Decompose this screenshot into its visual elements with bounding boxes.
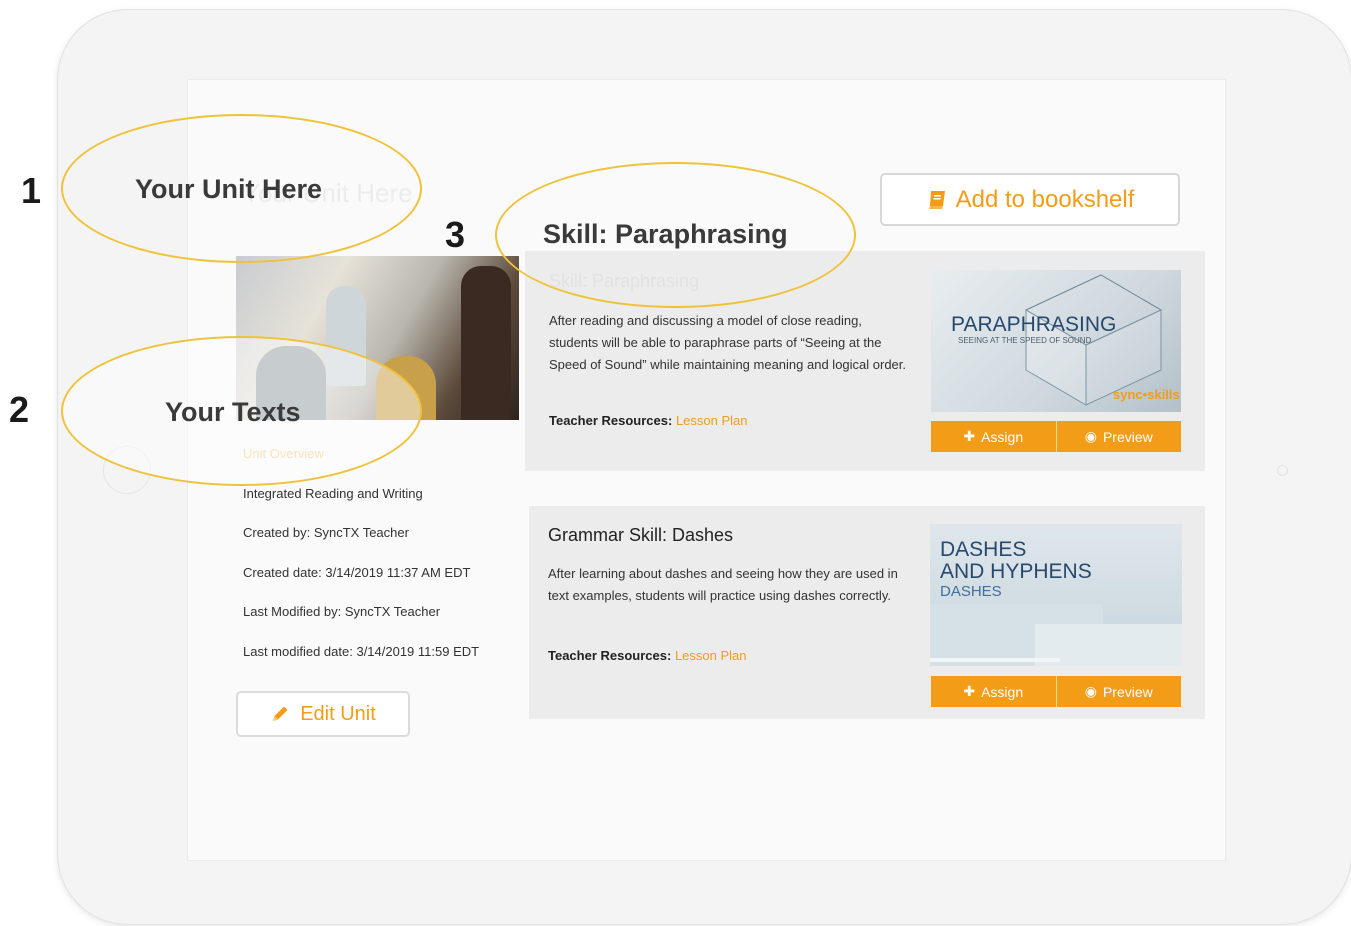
- thumbnail-title-line-1: DASHES: [940, 538, 1027, 561]
- thumbnail-subtitle: DASHES: [940, 583, 1002, 600]
- eye-icon: ◉: [1084, 428, 1097, 444]
- lesson-actions: ✚ Assign ◉ Preview: [931, 676, 1181, 707]
- annotation-label-1: Your Unit Here: [135, 174, 323, 204]
- unit-created-date: Created date: 3/14/2019 11:37 AM EDT: [243, 565, 471, 580]
- annotation-label-3: Skill: Paraphrasing: [543, 219, 788, 249]
- eye-icon: ◉: [1084, 683, 1097, 699]
- unit-cover-image: [236, 256, 519, 420]
- assign-label: Assign: [981, 683, 1024, 700]
- add-user-icon: ✚: [963, 683, 976, 699]
- assign-label: Assign: [981, 428, 1024, 445]
- teacher-resources: Teacher Resources: Lesson Plan: [548, 648, 747, 663]
- preview-label: Preview: [1102, 428, 1153, 445]
- teacher-resources-label: Teacher Resources:: [549, 413, 673, 428]
- lesson-description: After learning about dashes and seeing h…: [548, 566, 898, 603]
- thumbnail-brand: sync•skills: [1113, 387, 1180, 402]
- annotation-number-1: 1: [21, 170, 42, 211]
- assign-button[interactable]: ✚ Assign: [931, 676, 1056, 707]
- unit-overview-link[interactable]: Unit Overview: [243, 446, 324, 461]
- thumbnail-title: PARAPHRASING: [951, 313, 1117, 336]
- tablet-home-button: [103, 446, 151, 494]
- add-to-bookshelf-label: Add to bookshelf: [955, 185, 1135, 213]
- lesson-plan-link[interactable]: Lesson Plan: [676, 413, 748, 428]
- lesson-thumbnail[interactable]: DASHES AND HYPHENS DASHES: [930, 524, 1182, 666]
- lesson-thumbnail[interactable]: PARAPHRASING SEEING AT THE SPEED OF SOUN…: [931, 270, 1181, 412]
- lesson-title[interactable]: Grammar Skill: Dashes: [548, 525, 733, 546]
- unit-course: Integrated Reading and Writing: [243, 486, 423, 501]
- teacher-resources: Teacher Resources: Lesson Plan: [549, 413, 748, 428]
- annotation-label-2: Your Texts: [165, 397, 301, 427]
- add-user-icon: ✚: [963, 428, 976, 444]
- lesson-plan-link[interactable]: Lesson Plan: [675, 648, 747, 663]
- teacher-resources-label: Teacher Resources:: [548, 648, 672, 663]
- edit-unit-label: Edit Unit: [300, 702, 376, 725]
- preview-button[interactable]: ◉ Preview: [1055, 676, 1181, 707]
- annotation-number-3: 3: [445, 214, 466, 255]
- thumbnail-title-line-2: AND HYPHENS: [940, 560, 1092, 583]
- lesson-title[interactable]: Skill: Paraphrasing: [549, 271, 699, 292]
- unit-modified-by: Last Modified by: SyncTX Teacher: [243, 604, 441, 619]
- add-to-bookshelf-button[interactable]: Add to bookshelf: [880, 173, 1180, 226]
- thumbnail-subtitle: SEEING AT THE SPEED OF SOUND: [958, 336, 1092, 345]
- book-icon: [928, 190, 945, 209]
- unit-modified-date: Last modified date: 3/14/2019 11:59 EDT: [243, 644, 480, 659]
- unit-created-by: Created by: SyncTX Teacher: [243, 525, 409, 540]
- pencil-icon: [273, 706, 288, 721]
- edit-unit-button[interactable]: Edit Unit: [236, 691, 410, 737]
- tablet-camera: [1277, 465, 1288, 476]
- preview-button[interactable]: ◉ Preview: [1055, 421, 1181, 452]
- annotation-number-2: 2: [9, 389, 30, 430]
- assign-button[interactable]: ✚ Assign: [931, 421, 1056, 452]
- lesson-description: After reading and discussing a model of …: [549, 313, 907, 372]
- lesson-actions: ✚ Assign ◉ Preview: [931, 421, 1181, 452]
- preview-label: Preview: [1102, 683, 1153, 700]
